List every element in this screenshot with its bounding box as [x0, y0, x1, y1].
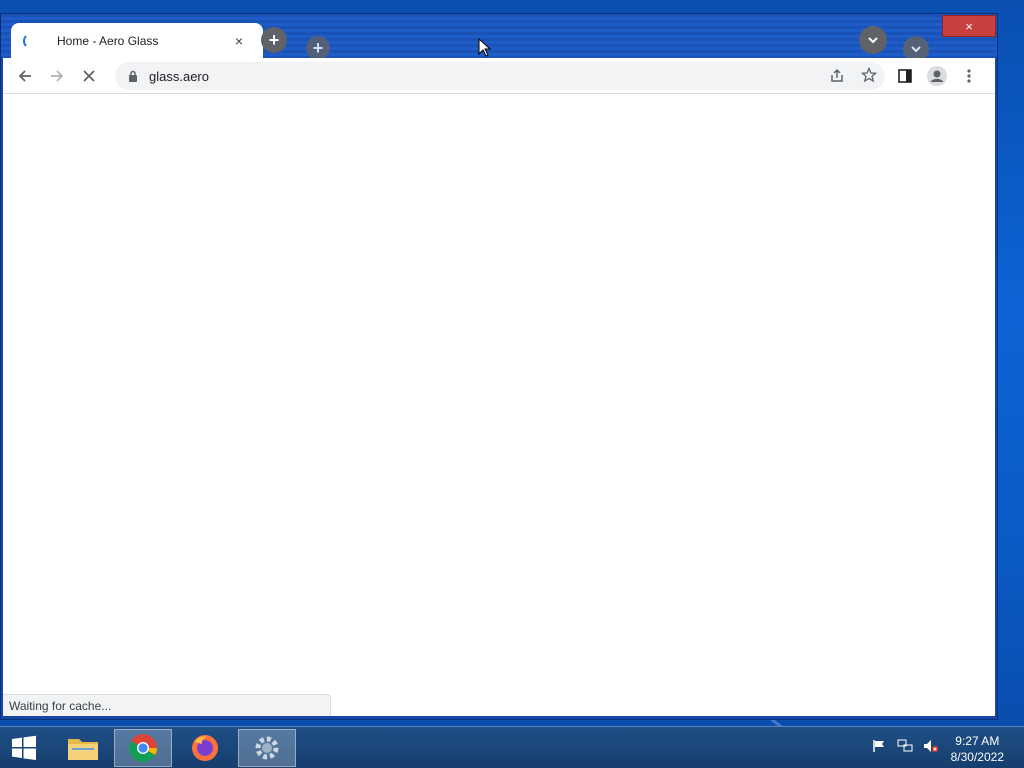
taskbar-firefox[interactable]	[176, 729, 234, 767]
new-tab-button-ghost: +	[306, 36, 330, 60]
arrow-left-icon	[18, 70, 31, 82]
url-text: glass.aero	[149, 68, 209, 84]
browser-window: Home - Aero Glass × + + × glass.aero Wai…	[0, 13, 998, 720]
windows-logo-icon	[12, 735, 36, 760]
taskbar-settings[interactable]	[238, 729, 296, 767]
tab-close-icon[interactable]: ×	[229, 31, 249, 51]
forward-button[interactable]	[41, 60, 73, 92]
address-bar[interactable]: glass.aero	[115, 62, 885, 90]
share-icon[interactable]	[829, 68, 845, 89]
title-bar[interactable]: Home - Aero Glass × + + ×	[1, 14, 997, 62]
side-panel-button[interactable]	[889, 60, 921, 92]
clock-date: 8/30/2022	[950, 750, 1004, 764]
chevron-down-icon	[911, 46, 921, 53]
tab-title: Home - Aero Glass	[57, 33, 159, 48]
stop-loading-button[interactable]	[73, 60, 105, 92]
bookmark-star-icon[interactable]	[860, 66, 878, 88]
profile-button[interactable]	[921, 60, 953, 92]
volume-muted-icon[interactable]	[922, 737, 940, 755]
kebab-menu-icon	[967, 69, 971, 83]
chrome-icon	[129, 734, 157, 762]
start-button[interactable]	[0, 727, 48, 768]
system-tray	[870, 737, 940, 755]
firefox-icon	[192, 735, 218, 761]
page-content	[3, 94, 995, 716]
lock-icon	[127, 69, 139, 83]
loading-spinner-icon	[23, 32, 39, 49]
browser-toolbar: glass.aero	[3, 58, 995, 94]
taskbar-clock[interactable]: 9:27 AM 8/30/2022	[951, 733, 1004, 765]
gear-icon	[255, 736, 279, 760]
menu-button[interactable]	[953, 60, 985, 92]
new-tab-button[interactable]: +	[261, 27, 287, 53]
avatar-icon	[927, 66, 947, 86]
side-panel-icon	[898, 69, 912, 83]
tab-home-aero-glass[interactable]: Home - Aero Glass ×	[11, 23, 263, 58]
taskbar-chrome[interactable]	[114, 729, 172, 767]
clock-time: 9:27 AM	[955, 734, 1000, 748]
window-close-button[interactable]: ×	[942, 15, 996, 37]
taskbar: 9:27 AM 8/30/2022	[0, 726, 1024, 768]
folder-icon	[68, 739, 98, 760]
chevron-down-icon	[868, 37, 878, 44]
mouse-cursor-icon	[478, 38, 492, 57]
taskbar-file-explorer[interactable]	[54, 729, 112, 767]
arrow-right-icon	[51, 70, 64, 82]
close-icon	[83, 70, 95, 82]
back-button[interactable]	[9, 60, 41, 92]
flag-icon[interactable]	[870, 737, 888, 755]
network-icon[interactable]	[896, 737, 914, 755]
tab-search-button[interactable]	[859, 26, 887, 54]
status-bubble: Waiting for cache...	[3, 694, 331, 716]
